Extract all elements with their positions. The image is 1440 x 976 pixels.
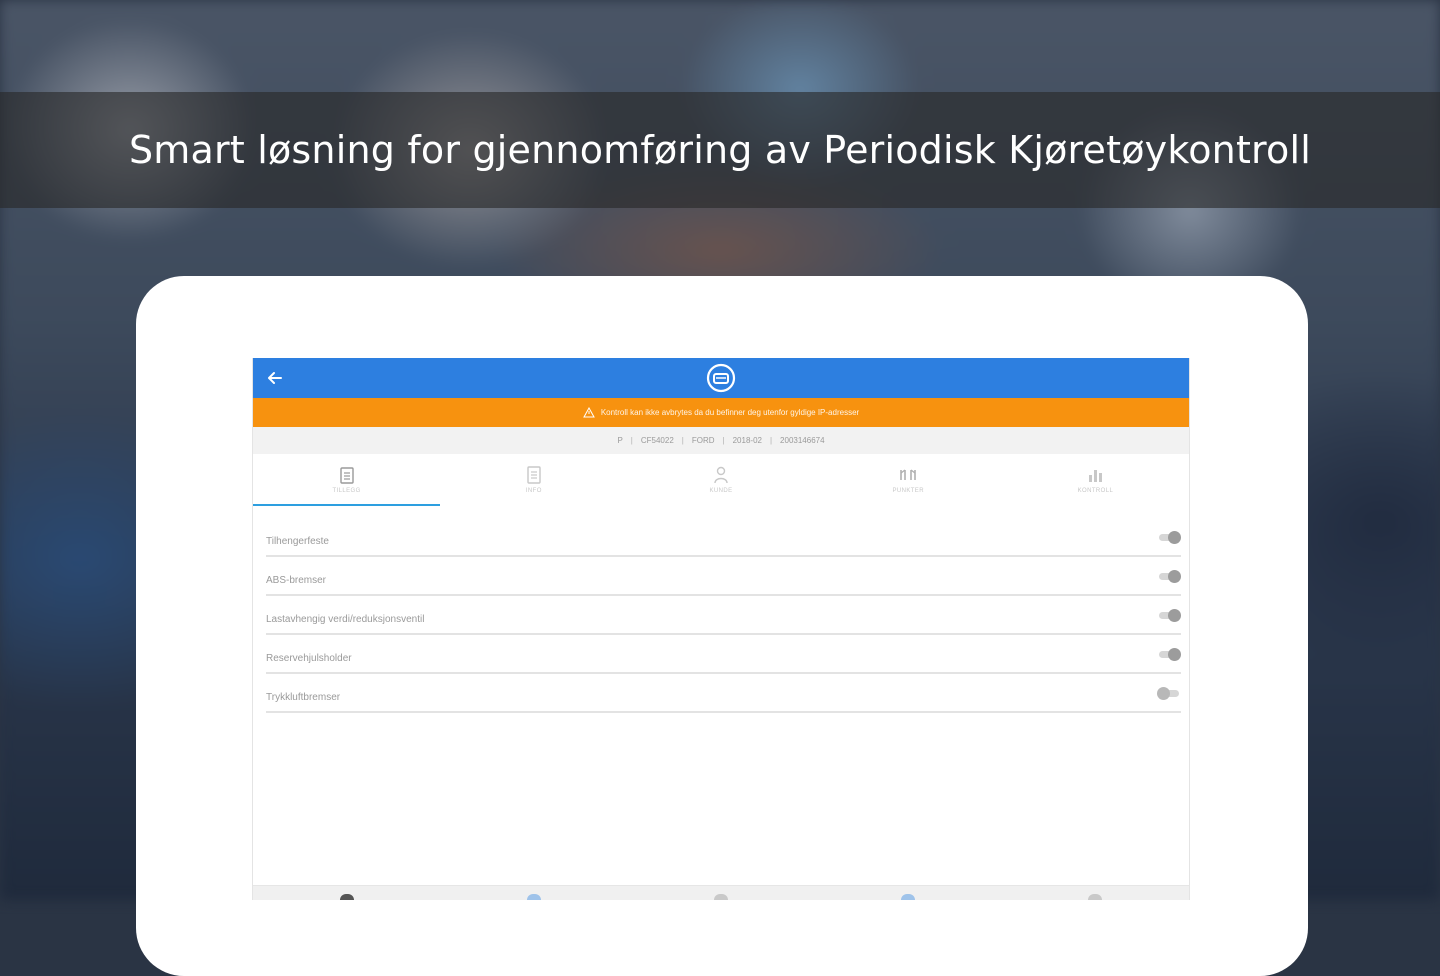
tab-kunde[interactable]: KUNDE [627, 454, 814, 506]
tab-bar: TILLEGG INFO KUNDE PUNKTER KONTROLL [253, 454, 1189, 507]
nav-icon [901, 894, 916, 900]
toggle-switch[interactable] [1157, 570, 1181, 583]
info-number: 2003146674 [780, 436, 825, 445]
back-button[interactable] [263, 366, 287, 390]
app-bar [253, 358, 1189, 398]
nav-icon [1088, 894, 1103, 900]
tab-label: KONTROLL [1077, 488, 1114, 494]
app-logo [706, 363, 736, 393]
warning-text: Kontroll kan ikke avbrytes da du befinne… [600, 408, 860, 417]
tab-label: KUNDE [709, 488, 733, 494]
tab-kontroll[interactable]: KONTROLL [1002, 454, 1189, 506]
info-make: FORD [691, 436, 715, 445]
bottom-nav-item[interactable] [440, 886, 627, 900]
toggle-switch[interactable] [1157, 531, 1181, 544]
tab-info[interactable]: INFO [440, 454, 627, 506]
tab-tillegg[interactable]: TILLEGG [253, 454, 441, 506]
row-label: Lastavhengig verdi/reduksjonsventil [266, 613, 425, 625]
tab-label: INFO [525, 488, 542, 494]
vehicle-info-bar: P | CF54022 | FORD | 2018-02 | 200314667… [253, 427, 1189, 454]
info-separator: | [722, 436, 725, 445]
bottom-nav-item[interactable] [627, 886, 814, 900]
headline-banner: Smart løsning for gjennomføring av Perio… [0, 92, 1440, 208]
toggle-switch[interactable] [1157, 648, 1181, 661]
bottom-nav-item[interactable] [815, 886, 1002, 900]
toggle-switch[interactable] [1157, 687, 1181, 700]
row-label: Reservehjulsholder [266, 652, 352, 664]
info-separator: | [769, 436, 773, 445]
person-icon [712, 466, 730, 484]
nav-icon [339, 894, 354, 900]
list-item: Trykkluftbremser [266, 675, 1181, 713]
clipboard-icon [338, 466, 356, 484]
tab-label: TILLEGG [332, 488, 361, 494]
bottom-nav-item[interactable] [1002, 886, 1189, 900]
headline-text: Smart løsning for gjennomføring av Perio… [128, 128, 1312, 172]
nav-icon [714, 894, 728, 900]
row-label: Tilhengerfeste [266, 535, 329, 547]
info-separator: | [630, 436, 633, 445]
list-item: Tilhengerfeste [266, 519, 1181, 557]
equipment-list: Tilhengerfeste ABS-bremser Lastavhengig … [253, 519, 1189, 713]
tab-label: PUNKTER [892, 488, 924, 494]
warning-triangle-icon [582, 407, 595, 418]
car-logo-icon [706, 363, 736, 393]
info-date: 2018-02 [732, 436, 762, 445]
app-screen: Kontroll kan ikke avbrytes da du befinne… [252, 358, 1190, 900]
info-regnr: CF54022 [640, 436, 674, 445]
bottom-navigation [253, 885, 1189, 900]
row-label: ABS-bremser [266, 574, 327, 586]
arrow-left-icon [268, 372, 282, 384]
nav-icon [526, 894, 541, 900]
gauge-icon [899, 466, 917, 484]
row-label: Trykkluftbremser [266, 691, 341, 703]
bar-chart-icon [1086, 466, 1104, 484]
toggle-switch[interactable] [1157, 609, 1181, 622]
list-item: ABS-bremser [266, 558, 1181, 596]
bottom-nav-item[interactable] [253, 886, 440, 900]
warning-banner: Kontroll kan ikke avbrytes da du befinne… [253, 398, 1189, 427]
document-icon [525, 466, 543, 484]
info-class: P [617, 436, 623, 445]
list-item: Reservehjulsholder [266, 636, 1181, 674]
tab-punkter[interactable]: PUNKTER [815, 454, 1002, 506]
list-item: Lastavhengig verdi/reduksjonsventil [266, 597, 1181, 635]
info-separator: | [681, 436, 684, 445]
